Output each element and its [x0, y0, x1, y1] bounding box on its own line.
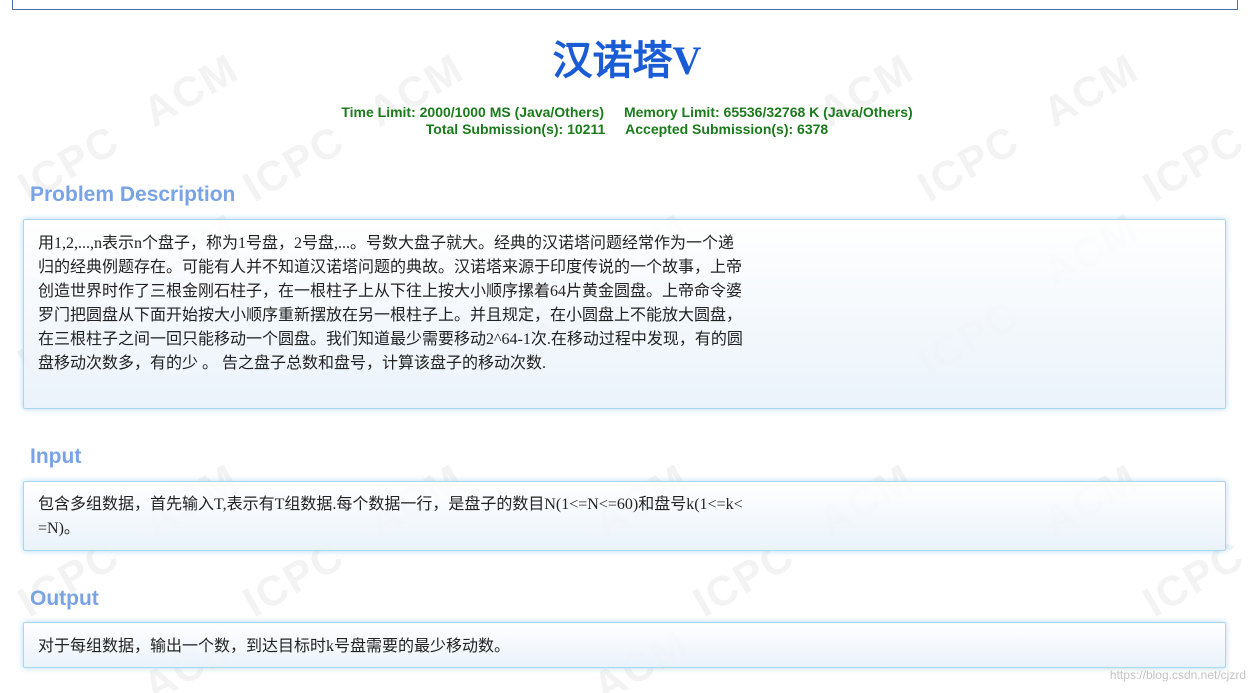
- accepted-submissions: Accepted Submission(s): 6378: [625, 121, 829, 137]
- input-panel: 包含多组数据，首先输入T,表示有T组数据.每个数据一行，是盘子的数目N(1<=N…: [23, 481, 1226, 551]
- output-panel: 对于每组数据，输出一个数，到达目标时k号盘需要的最少移动数。: [23, 622, 1226, 668]
- limits-row: Time Limit: 2000/1000 MS (Java/Others) M…: [0, 104, 1254, 121]
- memory-limit: Memory Limit: 65536/32768 K (Java/Others…: [623, 104, 913, 120]
- description-heading: Problem Description: [30, 183, 236, 206]
- description-text: 用1,2,...,n表示n个盘子，称为1号盘，2号盘,...。号数大盘子就大。经…: [38, 235, 743, 372]
- output-heading: Output: [30, 587, 99, 610]
- output-text: 对于每组数据，输出一个数，到达目标时k号盘需要的最少移动数。: [38, 638, 511, 655]
- input-heading: Input: [30, 445, 82, 468]
- description-panel: 用1,2,...,n表示n个盘子，称为1号盘，2号盘,...。号数大盘子就大。经…: [23, 219, 1226, 409]
- blog-credit-watermark: https://blog.csdn.net/cjzrd: [1109, 668, 1246, 682]
- input-text: 包含多组数据，首先输入T,表示有T组数据.每个数据一行，是盘子的数目N(1<=N…: [38, 496, 743, 537]
- total-submissions: Total Submission(s): 10211: [425, 121, 606, 137]
- problem-title: 汉诺塔V: [552, 38, 702, 83]
- problem-limits: Time Limit: 2000/1000 MS (Java/Others) M…: [0, 104, 1254, 138]
- top-frame: [12, 0, 1238, 10]
- time-limit: Time Limit: 2000/1000 MS (Java/Others): [341, 104, 605, 120]
- submissions-row: Total Submission(s): 10211 Accepted Subm…: [0, 121, 1254, 138]
